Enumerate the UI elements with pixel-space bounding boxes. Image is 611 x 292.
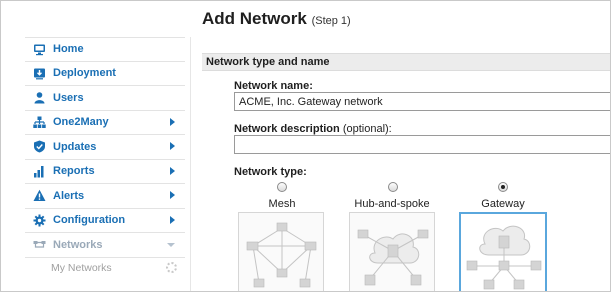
chevron-right-icon	[170, 142, 175, 150]
sidebar-item-label: Deployment	[53, 67, 116, 80]
sidebar-nav: Home Deployment Users One2Many Updates R…	[25, 37, 185, 278]
description-optional-text: (optional):	[342, 123, 392, 135]
network-icon	[33, 241, 46, 248]
network-name-input[interactable]	[234, 92, 610, 111]
chevron-down-icon	[167, 243, 175, 247]
sidebar-subitem-my-networks[interactable]: My Networks	[25, 258, 185, 278]
network-type-label: Network type:	[234, 166, 307, 178]
sidebar-item-users[interactable]: Users	[25, 86, 185, 111]
sidebar-item-reports[interactable]: Reports	[25, 160, 185, 184]
sidebar-item-alerts[interactable]: Alerts	[25, 184, 185, 209]
section-header: Network type and name	[202, 53, 610, 71]
hub-and-spoke-radio[interactable]	[388, 182, 398, 192]
sidebar-item-label: Alerts	[53, 189, 85, 202]
sidebar-divider	[190, 37, 191, 291]
warning-icon	[33, 190, 46, 202]
page-step: (Step 1)	[311, 15, 351, 27]
monitor-icon	[34, 44, 45, 55]
shield-icon	[34, 140, 45, 153]
sidebar-item-label: Users	[53, 91, 84, 104]
hub-and-spoke-diagram[interactable]	[349, 212, 435, 291]
app-frame: Home Deployment Users One2Many Updates R…	[0, 0, 611, 292]
sidebar-item-label: Reports	[53, 165, 95, 178]
chevron-right-icon	[170, 166, 175, 175]
sidebar-item-networks[interactable]: Networks	[25, 233, 185, 258]
sidebar-item-deployment[interactable]: Deployment	[25, 62, 185, 86]
hub-and-spoke-option-label: Hub-and-spoke	[354, 198, 430, 210]
description-label-text: Network description	[234, 123, 340, 135]
page-title-text: Add Network	[202, 9, 307, 28]
sidebar-item-label: Home	[53, 43, 84, 56]
network-description-input[interactable]	[234, 135, 610, 154]
mesh-topology-icon	[246, 222, 317, 288]
user-icon	[34, 92, 45, 104]
section-title: Network type and name	[206, 56, 330, 68]
chevron-right-icon	[170, 215, 175, 224]
sidebar-item-label: Configuration	[53, 214, 126, 227]
mesh-diagram[interactable]	[238, 212, 324, 291]
bar-chart-icon	[34, 165, 44, 178]
sidebar-subitem-label: My Networks	[51, 261, 112, 274]
hierarchy-icon	[33, 116, 46, 128]
sidebar-item-home[interactable]: Home	[25, 37, 185, 62]
sidebar-item-one2many[interactable]: One2Many	[25, 111, 185, 135]
hub-and-spoke-topology-icon	[357, 229, 429, 286]
chevron-right-icon	[170, 117, 175, 126]
sidebar-item-configuration[interactable]: Configuration	[25, 209, 185, 233]
network-name-label: Network name:	[234, 80, 313, 92]
gear-icon	[33, 214, 46, 227]
sidebar-item-label: Updates	[53, 140, 97, 153]
mesh-option-label: Mesh	[268, 198, 296, 210]
page-title: Add Network (Step 1)	[202, 9, 351, 29]
network-description-label: Network description (optional):	[234, 123, 392, 135]
gateway-option-label: Gateway	[481, 198, 525, 210]
mesh-radio[interactable]	[277, 182, 287, 192]
sidebar-item-label: One2Many	[53, 116, 109, 129]
gateway-diagram[interactable]	[459, 212, 547, 291]
gateway-topology-icon	[466, 225, 542, 290]
gateway-radio[interactable]	[498, 182, 508, 192]
chevron-right-icon	[170, 191, 175, 199]
loading-spinner-icon	[166, 261, 177, 273]
download-icon	[34, 68, 45, 80]
sidebar-item-label: Networks	[53, 238, 103, 251]
sidebar-item-updates[interactable]: Updates	[25, 135, 185, 160]
